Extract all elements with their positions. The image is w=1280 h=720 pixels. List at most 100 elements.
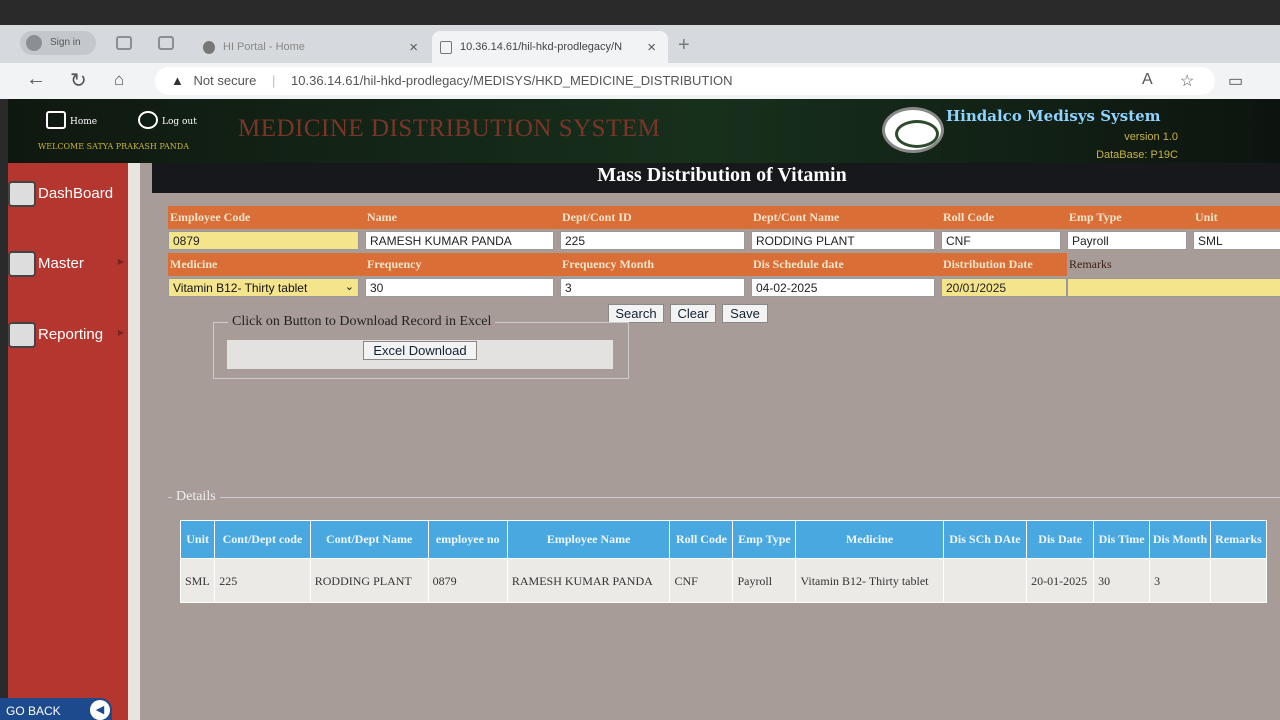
column-header: Unit (179, 520, 216, 559)
label-distribution-date: Distribution Date (943, 257, 1033, 271)
form-row2-labels: Medicine Frequency Frequency Month Dis S… (168, 253, 1280, 276)
column-header: Dis Date (1026, 520, 1095, 559)
emp-type-field[interactable]: Payroll (1067, 231, 1187, 250)
favorite-star-icon[interactable]: ☆ (1180, 71, 1194, 91)
remarks-input[interactable] (1067, 278, 1280, 297)
home-icon (46, 111, 66, 129)
table-cell: CNF (669, 558, 734, 603)
column-header: Cont/Dept Name (309, 520, 429, 559)
tab-title: 10.36.14.61/hil-hkd-prodlegacy/N (460, 41, 623, 53)
url-text: 10.36.14.61/hil-hkd-prodlegacy/MEDISYS/H… (291, 73, 733, 88)
save-button[interactable]: Save (722, 304, 768, 323)
logout-label: Log out (162, 117, 197, 127)
app-title: MEDICINE DISTRIBUTION SYSTEM (238, 115, 661, 142)
tab-close-icon[interactable]: × (647, 39, 656, 56)
read-aloud-icon[interactable]: A (1142, 71, 1153, 89)
column-header: Dis SCh DAte (942, 520, 1028, 559)
label-frequency: Frequency (367, 257, 422, 271)
chevron-right-icon: ▶ (117, 328, 124, 337)
chevron-right-icon: ▶ (117, 257, 124, 266)
frequency-input[interactable]: 30 (365, 278, 554, 297)
tab-title: HI Portal - Home (223, 41, 305, 53)
table-header-row: Unit Cont/Dept code Cont/Dept Name emplo… (179, 520, 1267, 559)
download-legend: Click on Button to Download Record in Ex… (228, 314, 496, 330)
power-icon (138, 111, 158, 129)
database-text: DataBase: P19C (1096, 149, 1178, 161)
table-row[interactable]: SML 225 RODDING PLANT 0879 RAMESH KUMAR … (179, 558, 1267, 603)
roll-code-field[interactable]: CNF (941, 231, 1061, 250)
dis-schedule-date-input[interactable]: 04-02-2025 (751, 278, 935, 297)
table-cell: Payroll (732, 558, 797, 603)
page-favicon-icon (440, 41, 452, 54)
home-label: Home (70, 117, 98, 127)
tab-close-icon[interactable]: × (409, 39, 418, 56)
back-arrow-icon[interactable]: ← (26, 68, 46, 91)
address-bar[interactable]: ▲ Not secure | 10.36.14.61/hil-hkd-prodl… (155, 67, 1215, 95)
logout-link[interactable]: Log out (136, 109, 197, 129)
main-content: Mass Distribution of Vitamin Employee Co… (128, 163, 1280, 720)
column-header: Employee Name (506, 520, 671, 559)
reload-icon[interactable]: ↻ (70, 68, 87, 93)
signin-label: Sign in (50, 37, 81, 48)
distribution-date-input[interactable]: 20/01/2025 (941, 278, 1067, 297)
column-header: Roll Code (669, 520, 734, 559)
employee-code-input[interactable]: 0879 (168, 231, 359, 250)
split-screen-icon[interactable]: ▭ (1228, 71, 1243, 91)
sidebar-item-dashboard[interactable]: DashBoard (8, 173, 128, 213)
go-back-button[interactable]: GO BACK ◀ (0, 698, 112, 720)
home-link[interactable]: Home (44, 109, 98, 129)
excel-download-button[interactable]: Excel Download (363, 341, 477, 360)
browser-tabstrip: Sign in HI Portal - Home × 10.36.14.61/h… (0, 25, 1280, 63)
form-row1-labels: Employee Code Name Dept/Cont ID Dept/Con… (168, 206, 1280, 229)
medicine-select[interactable]: Vitamin B12- Thirty tablet ⌄ (168, 278, 359, 297)
medicine-selected-value: Vitamin B12- Thirty tablet (173, 281, 308, 295)
signin-button[interactable]: Sign in (20, 31, 96, 55)
table-cell: RAMESH KUMAR PANDA (506, 558, 671, 603)
sidebar-item-label: Reporting (38, 326, 104, 343)
column-header: Medicine (795, 520, 944, 559)
label-unit: Unit (1195, 210, 1218, 224)
dept-cont-id-field[interactable]: 225 (560, 231, 745, 250)
dept-cont-name-field[interactable]: RODDING PLANT (751, 231, 935, 250)
form-row2-inputs: Vitamin B12- Thirty tablet ⌄ 30 3 04-02-… (168, 276, 1280, 298)
details-legend: Details (172, 489, 220, 505)
app-header: Home Log out WELCOME SATYA PRAKASH PANDA… (8, 99, 1280, 163)
chevron-down-icon: ⌄ (344, 281, 354, 293)
column-header: Dis Time (1093, 520, 1151, 559)
details-table: Unit Cont/Dept code Cont/Dept Name emplo… (179, 520, 1267, 603)
workspaces-icon[interactable] (116, 36, 132, 50)
gears-icon (8, 251, 36, 277)
new-tab-plus-icon[interactable]: + (678, 34, 690, 57)
column-header: Emp Type (732, 520, 797, 559)
column-header: Cont/Dept code (214, 520, 311, 559)
unit-field[interactable]: SML (1193, 231, 1280, 250)
security-label: Not secure (193, 73, 257, 88)
search-button[interactable]: Search (608, 304, 664, 323)
welcome-text: WELCOME SATYA PRAKASH PANDA (38, 142, 189, 151)
sidebar-item-label: Master (38, 255, 84, 272)
label-frequency-month: Frequency Month (562, 257, 655, 271)
table-cell (942, 558, 1028, 603)
table-cell: 0879 (427, 558, 508, 603)
table-cell: RODDING PLANT (309, 558, 429, 603)
sidebar: DashBoard Master ▶ Reporting ▶ GO BACK ◀ (0, 163, 128, 720)
label-dept-cont-id: Dept/Cont ID (562, 210, 632, 224)
clear-button[interactable]: Clear (670, 304, 716, 323)
table-cell (1210, 558, 1267, 603)
frequency-month-input[interactable]: 3 (560, 278, 745, 297)
tab-medisys[interactable]: 10.36.14.61/hil-hkd-prodlegacy/N × (432, 31, 668, 63)
tab-hi-portal[interactable]: HI Portal - Home × (195, 31, 430, 63)
column-header: Dis Month (1149, 520, 1212, 559)
name-field[interactable]: RAMESH KUMAR PANDA (365, 231, 554, 250)
table-cell: 3 (1149, 558, 1212, 603)
home-icon[interactable]: ⌂ (114, 70, 124, 90)
tab-actions-icon[interactable] (158, 36, 174, 50)
brand-name: Hindalco Medisys System (946, 107, 1161, 125)
label-roll-code: Roll Code (943, 210, 994, 224)
sidebar-item-master[interactable]: Master ▶ (8, 243, 128, 283)
details-fieldset: Details Unit Cont/Dept code Cont/Dept Na… (168, 489, 1280, 717)
label-medicine: Medicine (170, 257, 218, 271)
table-cell: Vitamin B12- Thirty tablet (795, 558, 944, 603)
sidebar-item-reporting[interactable]: Reporting ▶ (8, 314, 128, 354)
label-dis-schedule-date: Dis Schedule date (753, 257, 844, 271)
